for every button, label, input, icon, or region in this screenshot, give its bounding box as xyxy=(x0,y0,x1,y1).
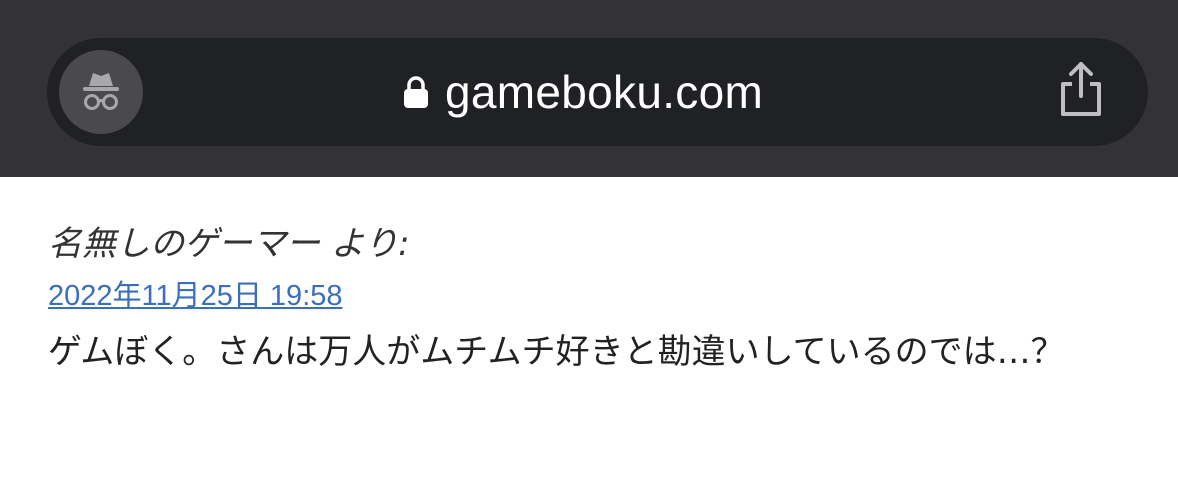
share-button[interactable] xyxy=(1053,58,1109,122)
url-display[interactable]: gameboku.com xyxy=(403,60,763,124)
comment-author: 名無しのゲーマー より: xyxy=(48,224,410,264)
address-bar[interactable]: gameboku.com xyxy=(47,38,1148,146)
comment-block: 名無しのゲーマー より: 2022年11月25日 19:58 ゲムぼく。さんは万… xyxy=(48,218,1138,384)
share-icon xyxy=(1061,62,1101,116)
lock-icon xyxy=(404,76,428,108)
comment-date-link[interactable]: 2022年11月25日 19:58 xyxy=(48,278,343,314)
incognito-button[interactable] xyxy=(59,50,143,134)
url-domain: gameboku.com xyxy=(445,66,764,118)
browser-toolbar: gameboku.com xyxy=(0,0,1178,177)
comment-text: ゲムぼく。さんは万人がムチムチ好きと勘違いしているのでは…？ xyxy=(48,332,1065,372)
incognito-icon xyxy=(83,73,119,110)
